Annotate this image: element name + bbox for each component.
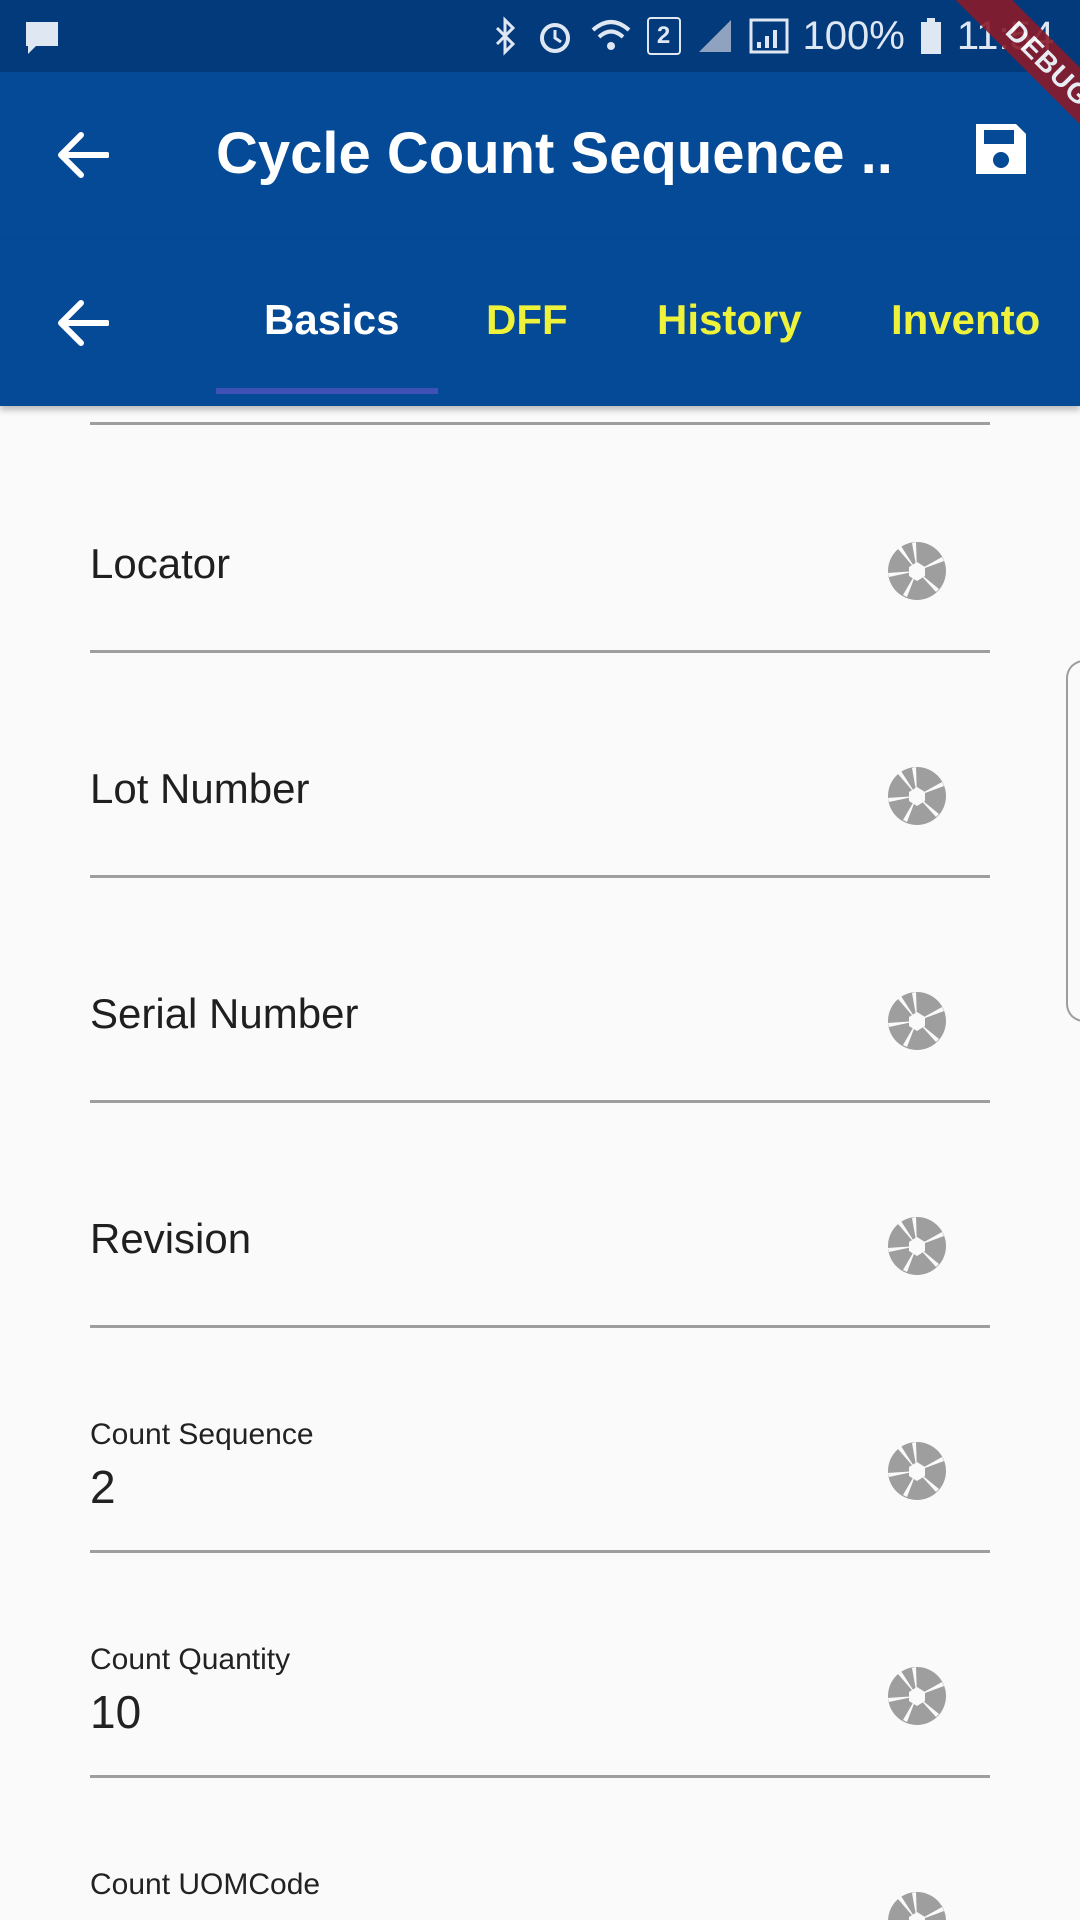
- tab-back-button[interactable]: [50, 290, 116, 356]
- field-label: Locator: [90, 540, 231, 587]
- clock: 11:54: [956, 13, 1054, 58]
- alarm-icon: [535, 16, 575, 56]
- save-button[interactable]: [972, 120, 1038, 186]
- field-value[interactable]: 2: [90, 1460, 116, 1514]
- camera-iris-icon[interactable]: [886, 990, 948, 1052]
- signal-roaming-icon: [749, 16, 789, 56]
- field-count-sequence[interactable]: Count Sequence 2: [90, 1328, 990, 1553]
- field-value[interactable]: 10: [90, 1685, 141, 1739]
- field-count-uomcode[interactable]: Count UOMCode: [90, 1778, 990, 1920]
- camera-iris-icon[interactable]: [886, 765, 948, 827]
- page-title: Cycle Count Sequence ...: [216, 121, 896, 186]
- bluetooth-icon: [491, 16, 521, 56]
- tab-dff[interactable]: DFF: [486, 296, 568, 344]
- field-label: Count Quantity: [90, 1643, 291, 1676]
- tab-history[interactable]: History: [657, 296, 802, 344]
- field-label: Count UOMCode: [90, 1868, 321, 1901]
- back-button[interactable]: [50, 122, 116, 188]
- arrow-back-icon: [58, 300, 109, 346]
- signal-icon: [695, 16, 735, 56]
- divider: [90, 422, 990, 425]
- tab-bar: Basics DFF History Invento: [0, 240, 1080, 406]
- app-bar: Cycle Count Sequence ...: [0, 72, 1080, 240]
- field-serial-number[interactable]: Serial Number: [90, 878, 990, 1103]
- tab-invento[interactable]: Invento: [891, 296, 1040, 344]
- field-count-quantity[interactable]: Count Quantity 10: [90, 1553, 990, 1778]
- field-locator[interactable]: Locator: [90, 428, 990, 653]
- arrow-back-icon: [58, 132, 109, 178]
- camera-iris-icon[interactable]: [886, 1665, 948, 1727]
- save-icon: [976, 124, 1026, 174]
- camera-iris-icon[interactable]: [886, 1890, 948, 1920]
- tab-basics[interactable]: Basics: [264, 296, 399, 344]
- battery-icon: [919, 16, 943, 56]
- field-label: Count Sequence: [90, 1418, 314, 1451]
- camera-iris-icon[interactable]: [886, 1440, 948, 1502]
- chat-notification-icon: [22, 18, 62, 63]
- camera-iris-icon[interactable]: [886, 1215, 948, 1277]
- field-lot-number[interactable]: Lot Number: [90, 653, 990, 878]
- status-bar: 2 100% 11:54: [0, 0, 1080, 72]
- battery-percent: 100%: [802, 13, 905, 58]
- form-content[interactable]: Locator Lot Number Serial Number Revisio…: [0, 406, 1080, 1920]
- edge-panel-handle[interactable]: [1066, 660, 1080, 1022]
- camera-iris-icon[interactable]: [886, 540, 948, 602]
- tab-indicator: [216, 388, 438, 394]
- field-label: Revision: [90, 1215, 252, 1262]
- field-label: Serial Number: [90, 990, 359, 1037]
- wifi-icon: [589, 16, 633, 56]
- field-revision[interactable]: Revision: [90, 1103, 990, 1328]
- sim-indicator: 2: [646, 17, 681, 55]
- field-label: Lot Number: [90, 765, 310, 812]
